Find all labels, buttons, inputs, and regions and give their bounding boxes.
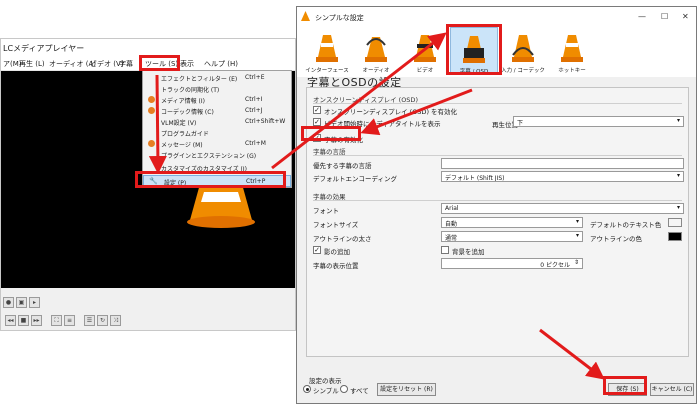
- vlc-title: LCメディアプレイヤー: [3, 44, 85, 53]
- shadow-label: 影の追加: [324, 248, 350, 256]
- prev-icon[interactable]: ◂◂: [5, 315, 16, 326]
- tab-video[interactable]: ビデオ: [401, 27, 449, 75]
- show-title-checkbox[interactable]: ✓: [313, 118, 321, 126]
- simple-label: シンプル: [313, 387, 339, 395]
- menu-subtitle[interactable]: 字幕: [119, 59, 133, 69]
- info-icon: [148, 107, 155, 114]
- simple-radio[interactable]: [303, 385, 311, 393]
- vlc-cone-icon: [301, 11, 310, 21]
- menu-audio[interactable]: オーディオ (A): [49, 59, 96, 69]
- tab-audio[interactable]: オーディオ: [352, 27, 400, 75]
- all-radio[interactable]: [340, 385, 348, 393]
- highlight-save-button: [603, 376, 647, 395]
- stop-icon[interactable]: ■: [18, 315, 29, 326]
- text-color-swatch[interactable]: [668, 218, 682, 227]
- reset-button[interactable]: 設定をリセット (R): [377, 383, 436, 396]
- maximize-icon[interactable]: ☐: [661, 12, 668, 21]
- warning-icon: [148, 140, 155, 147]
- hotkey-cone-icon: [561, 35, 583, 62]
- show-settings-label: 設定の表示: [309, 377, 342, 385]
- vlc-cone-logo: [187, 184, 255, 228]
- shuffle-icon[interactable]: ⤨: [110, 315, 121, 326]
- tab-input-codecs[interactable]: 入力 / コーデック: [499, 27, 547, 75]
- cancel-button[interactable]: キャンセル (C): [650, 383, 694, 396]
- default-text-color-label: デフォルトのテキスト色: [590, 221, 662, 229]
- menu-item-media-info[interactable]: メディア情報 (I) Ctrl+I: [143, 95, 291, 105]
- close-icon[interactable]: ✕: [682, 12, 689, 21]
- snapshot-button[interactable]: ▣: [16, 297, 27, 308]
- outline-thickness-label: アウトラインの太さ: [313, 235, 372, 243]
- chevron-down-icon: ▾: [676, 204, 680, 211]
- chevron-down-icon: ▾: [676, 117, 680, 124]
- play-position-select[interactable]: 下 ▾: [513, 116, 684, 127]
- osd-enable-label: オンスクリーンディスプレイ (OSD) を有効化: [324, 108, 458, 116]
- menu-item-plugins[interactable]: プラグインとエクステンション (G): [143, 150, 291, 160]
- cone-icon: [316, 35, 338, 62]
- spinner-icon: ⇕: [573, 259, 579, 266]
- chevron-down-icon: ▾: [575, 232, 579, 239]
- menu-item-codec-info[interactable]: コーデック情報 (C) Ctrl+J: [143, 106, 291, 116]
- tab-hotkeys[interactable]: ホットキー: [548, 27, 596, 75]
- chevron-down-icon: ▾: [575, 218, 579, 225]
- seek-bar[interactable]: ● ▣ ▸: [1, 297, 295, 309]
- highlight-tools-menu: [139, 55, 180, 71]
- fontsize-select[interactable]: 自動 ▾: [441, 217, 583, 228]
- menu-item-effects[interactable]: エフェクトとフィルター (E) Ctrl+E: [143, 73, 291, 83]
- menu-help[interactable]: ヘルプ (H): [204, 59, 238, 69]
- font-label: フォント: [313, 207, 339, 215]
- menu-playback[interactable]: 再生 (L): [19, 59, 45, 69]
- shadow-checkbox[interactable]: ✓: [313, 246, 321, 254]
- tab-interface[interactable]: インターフェース: [303, 27, 351, 75]
- highlight-subtitle-enable: [301, 126, 361, 141]
- playlist-icon[interactable]: ☰: [84, 315, 95, 326]
- menu-item-program-guide[interactable]: プログラムガイド: [143, 128, 291, 138]
- osd-enable-checkbox[interactable]: ✓: [313, 106, 321, 114]
- frame-step-button[interactable]: ▸: [29, 297, 40, 308]
- glasses-cone-icon: [414, 35, 436, 62]
- menu-view[interactable]: 表示: [180, 59, 194, 69]
- playback-controls: ◂◂ ■ ▸▸ ⛶ ≡ ☰ ↻ ⤨: [1, 315, 295, 329]
- loop-icon[interactable]: ↻: [97, 315, 108, 326]
- background-label: 背景を追加: [452, 248, 485, 256]
- record-button[interactable]: ●: [3, 297, 14, 308]
- menu-item-track-sync[interactable]: トラックの同期化 (T): [143, 84, 291, 94]
- preferred-lang-input[interactable]: [441, 158, 684, 169]
- outline-thickness-select[interactable]: 通常 ▾: [441, 231, 583, 242]
- encoding-label: デフォルトエンコーディング: [313, 175, 398, 183]
- minimize-icon[interactable]: —: [638, 12, 646, 21]
- extended-settings-icon[interactable]: ≡: [64, 315, 75, 326]
- encoding-select[interactable]: デフォルト (Shift JIS) ▾: [441, 171, 684, 182]
- fontsize-label: フォントサイズ: [313, 221, 359, 229]
- background-checkbox[interactable]: [441, 246, 449, 254]
- chevron-down-icon: ▾: [676, 172, 680, 179]
- menu-item-vlm[interactable]: VLM設定 (V) Ctrl+Shift+W: [143, 117, 291, 127]
- dialog-title: シンプルな設定: [315, 14, 364, 22]
- settings-panel: オンスクリーンディスプレイ (OSD) ✓ オンスクリーンディスプレイ (OSD…: [306, 87, 689, 357]
- position-spinbox[interactable]: 0 ピクセル ⇕: [441, 258, 583, 269]
- info-icon: [148, 96, 155, 103]
- fullscreen-icon[interactable]: ⛶: [51, 315, 62, 326]
- position-label: 字幕の表示位置: [313, 262, 359, 270]
- next-icon[interactable]: ▸▸: [31, 315, 42, 326]
- highlight-preferences-item: [135, 171, 286, 188]
- preferred-lang-label: 優先する字幕の言語: [313, 162, 372, 170]
- cable-cone-icon: [512, 35, 534, 62]
- menu-item-messages[interactable]: メッセージ (M) Ctrl+M: [143, 139, 291, 149]
- highlight-subtitle-tab: [446, 24, 502, 75]
- font-select[interactable]: Arial ▾: [441, 203, 684, 214]
- outline-color-label: アウトラインの色: [590, 235, 642, 243]
- headphones-cone-icon: [365, 37, 387, 62]
- outline-color-swatch[interactable]: [668, 232, 682, 241]
- all-label: すべて: [350, 387, 369, 395]
